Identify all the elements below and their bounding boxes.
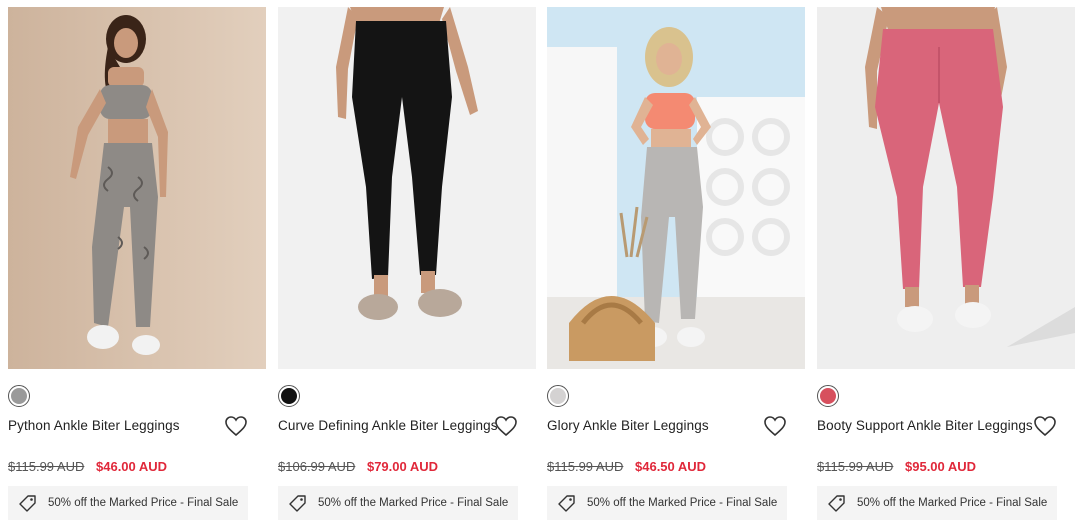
color-swatch-dot (281, 388, 297, 404)
promo-badge: 50% off the Marked Price - Final Sale (547, 486, 787, 520)
promo-text: 50% off the Marked Price - Final Sale (48, 497, 239, 509)
product-photo-glory (547, 7, 805, 369)
heart-icon[interactable] (224, 415, 248, 437)
color-swatch[interactable] (278, 385, 300, 407)
product-image[interactable] (278, 7, 536, 369)
product-image[interactable] (8, 7, 266, 369)
color-swatch[interactable] (8, 385, 30, 407)
tag-icon (827, 493, 847, 513)
promo-text: 50% off the Marked Price - Final Sale (318, 497, 509, 509)
product-card[interactable]: Curve Defining Ankle Biter Leggings $106… (278, 7, 536, 520)
product-card[interactable]: Glory Ankle Biter Leggings $115.99 AUD $… (547, 7, 805, 520)
product-photo-python (8, 7, 266, 369)
color-swatch-dot (820, 388, 836, 404)
heart-icon[interactable] (494, 415, 518, 437)
product-image[interactable] (547, 7, 805, 369)
original-price: $115.99 AUD (817, 459, 894, 474)
price-row: $115.99 AUD $46.50 AUD (547, 459, 706, 474)
product-photo-booty (817, 7, 1075, 369)
product-name[interactable]: Python Ankle Biter Leggings (8, 418, 180, 433)
price-row: $115.99 AUD $95.00 AUD (817, 459, 976, 474)
tag-icon (557, 493, 577, 513)
sale-price: $46.50 AUD (635, 459, 707, 474)
color-swatch-dot (550, 388, 566, 404)
original-price: $115.99 AUD (8, 459, 85, 474)
product-card[interactable]: Booty Support Ankle Biter Leggings $115.… (817, 7, 1075, 520)
sale-price: $95.00 AUD (905, 459, 977, 474)
product-card[interactable]: Python Ankle Biter Leggings $115.99 AUD … (8, 7, 266, 520)
price-row: $106.99 AUD $79.00 AUD (278, 459, 438, 474)
price-row: $115.99 AUD $46.00 AUD (8, 459, 167, 474)
heart-icon[interactable] (1033, 415, 1057, 437)
color-swatch[interactable] (547, 385, 569, 407)
product-name[interactable]: Glory Ankle Biter Leggings (547, 418, 709, 433)
sale-price: $46.00 AUD (96, 459, 168, 474)
sale-price: $79.00 AUD (366, 459, 439, 474)
promo-text: 50% off the Marked Price - Final Sale (587, 497, 778, 509)
color-swatch-dot (11, 388, 27, 404)
heart-icon[interactable] (763, 415, 787, 437)
product-name[interactable]: Curve Defining Ankle Biter Leggings (278, 418, 498, 433)
promo-badge: 50% off the Marked Price - Final Sale (8, 486, 248, 520)
tag-icon (288, 493, 308, 513)
product-name[interactable]: Booty Support Ankle Biter Leggings (817, 418, 1033, 433)
promo-badge: 50% off the Marked Price - Final Sale (817, 486, 1057, 520)
promo-text: 50% off the Marked Price - Final Sale (857, 497, 1048, 509)
tag-icon (18, 493, 38, 513)
product-photo-curve (278, 7, 536, 369)
promo-badge: 50% off the Marked Price - Final Sale (278, 486, 518, 520)
product-grid: Python Ankle Biter Leggings $115.99 AUD … (0, 0, 1080, 520)
original-price: $106.99 AUD (278, 459, 356, 474)
color-swatch[interactable] (817, 385, 839, 407)
original-price: $115.99 AUD (547, 459, 624, 474)
product-image[interactable] (817, 7, 1075, 369)
